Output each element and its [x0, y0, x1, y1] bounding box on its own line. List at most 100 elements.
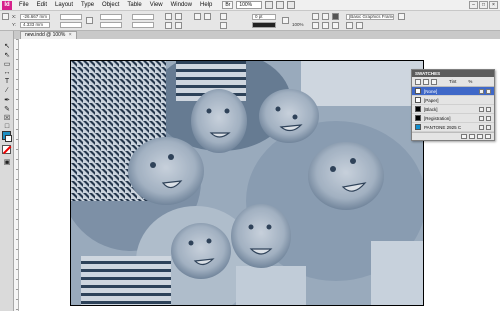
maximize-button[interactable]: □ [479, 1, 488, 9]
rectangle-frame-tool-icon[interactable]: ☒ [2, 113, 12, 122]
document-tab-title: new.indd @ 100% [25, 32, 66, 38]
pen-tool-icon[interactable]: ✒ [2, 95, 12, 104]
new-swatch-icon[interactable] [477, 134, 483, 139]
pencil-tool-icon[interactable]: ✎ [2, 104, 12, 113]
rotation-field[interactable] [132, 14, 154, 20]
swatch-row-icons [479, 116, 491, 121]
fill-stroke-toggle-icon[interactable] [415, 78, 421, 85]
menu-file[interactable]: File [15, 0, 33, 11]
control-panel: X: -26.667 mm Y: 4.333 mm 0 pt 100% [Bas… [0, 11, 500, 31]
menu-edit[interactable]: Edit [33, 0, 51, 11]
formatting-affects-text-icon[interactable] [431, 78, 437, 85]
view-options-icon[interactable] [265, 1, 274, 9]
opacity-value[interactable]: 100% [292, 22, 304, 27]
menu-type[interactable]: Type [77, 0, 98, 11]
wrap-shape-icon[interactable] [332, 13, 339, 20]
page-tool-icon[interactable]: ▭ [2, 59, 12, 68]
select-container-icon[interactable] [194, 13, 201, 20]
stroke-style-icon[interactable] [282, 17, 289, 24]
show-all-swatches-icon[interactable] [461, 134, 467, 139]
swatch-row-registration[interactable]: [Registration] [412, 114, 494, 123]
scale-x-field[interactable] [100, 14, 122, 20]
stroke-icon[interactable] [220, 22, 227, 29]
swatches-panel-title[interactable]: SWATCHES [412, 70, 494, 77]
swatch-name: PANTONE 2925 C [424, 124, 462, 130]
type-tool-icon[interactable]: T [2, 77, 12, 86]
swatch-chip [415, 106, 421, 112]
swatch-row-paper[interactable]: [Paper] [412, 96, 494, 105]
swatches-panel: SWATCHES Tint % [None] [Paper] [Black] [… [411, 69, 495, 141]
rotate-cw-icon[interactable] [165, 13, 172, 20]
swatch-name: [Paper] [424, 97, 439, 103]
flip-horizontal-icon[interactable] [165, 22, 172, 29]
x-position-field[interactable]: -26.667 mm [20, 14, 50, 20]
menu-view[interactable]: View [146, 0, 167, 11]
y-position-field[interactable]: 4.333 mm [20, 22, 50, 28]
document-tab-bar: new.indd @ 100% × [14, 31, 500, 39]
delete-swatch-icon[interactable] [485, 134, 491, 139]
wrap-bounding-icon[interactable] [322, 13, 329, 20]
menu-layout[interactable]: Layout [51, 0, 77, 11]
menu-help[interactable]: Help [196, 0, 216, 11]
flip-vertical-icon[interactable] [175, 22, 182, 29]
swatch-name: [None] [424, 88, 438, 94]
swatch-chip [415, 124, 421, 130]
width-field[interactable] [60, 14, 82, 20]
height-field[interactable] [60, 22, 82, 28]
fit-frame-icon[interactable] [322, 22, 329, 29]
stroke-weight-field[interactable]: 0 pt [252, 14, 276, 20]
arrange-documents-icon[interactable] [287, 1, 296, 9]
menu-object[interactable]: Object [98, 0, 123, 11]
constrain-proportions-icon[interactable] [86, 17, 93, 24]
normal-view-icon[interactable]: ▣ [2, 157, 12, 166]
object-style-select[interactable]: [Basic Graphics Frame]+ [346, 14, 394, 20]
swatches-toolbar: Tint % [412, 77, 494, 87]
rotate-ccw-icon[interactable] [175, 13, 182, 20]
placed-photo[interactable] [70, 60, 424, 306]
non-editable-icon [479, 116, 484, 121]
swatch-chip [415, 88, 421, 94]
fill-icon[interactable] [220, 13, 227, 20]
text-wrap-icon[interactable] [312, 13, 319, 20]
direct-selection-tool-icon[interactable]: ⇖ [2, 50, 12, 59]
gap-tool-icon[interactable]: ↔ [2, 68, 12, 77]
swatch-row-pantone[interactable]: PANTONE 2925 C [412, 123, 494, 132]
y-label: Y: [12, 22, 17, 27]
spot-color-icon [479, 125, 484, 130]
color-mode-icon [486, 125, 491, 130]
bridge-button[interactable]: Br [222, 1, 234, 9]
scale-y-field[interactable] [100, 22, 122, 28]
zoom-level-field[interactable]: 100% [236, 1, 263, 9]
rectangle-tool-icon[interactable]: □ [2, 122, 12, 131]
fx-icon[interactable] [346, 22, 353, 29]
apply-none-icon[interactable] [2, 145, 11, 154]
menu-window[interactable]: Window [167, 0, 196, 11]
new-color-group-icon[interactable] [469, 134, 475, 139]
fit-content-icon[interactable] [312, 22, 319, 29]
minimize-button[interactable]: – [469, 1, 478, 9]
swatch-chip [415, 115, 421, 121]
document-tab-close-icon[interactable]: × [69, 32, 72, 38]
swatch-row-black[interactable]: [Black] [412, 105, 494, 114]
swatch-name: [Black] [424, 106, 438, 112]
selection-tool-icon[interactable]: ↖ [2, 41, 12, 50]
color-mode-icon [486, 89, 491, 94]
reference-point-icon[interactable] [2, 13, 9, 20]
close-button[interactable]: × [489, 1, 498, 9]
shear-field[interactable] [132, 22, 154, 28]
screen-mode-icon[interactable] [276, 1, 285, 9]
document-tab[interactable]: new.indd @ 100% × [20, 31, 77, 39]
center-content-icon[interactable] [332, 22, 339, 29]
menu-table[interactable]: Table [123, 0, 145, 11]
drop-shadow-icon[interactable] [356, 22, 363, 29]
object-style-menu-icon[interactable] [398, 13, 405, 20]
line-tool-icon[interactable]: ∕ [2, 86, 12, 95]
swatches-footer [412, 132, 494, 140]
formatting-affects-container-icon[interactable] [423, 78, 429, 85]
swatch-chip [415, 97, 421, 103]
select-content-icon[interactable] [204, 13, 211, 20]
non-editable-icon [479, 107, 484, 112]
swatch-row-none[interactable]: [None] [412, 87, 494, 96]
stroke-color-swatch[interactable] [5, 135, 12, 142]
stroke-type-select[interactable] [252, 22, 276, 28]
